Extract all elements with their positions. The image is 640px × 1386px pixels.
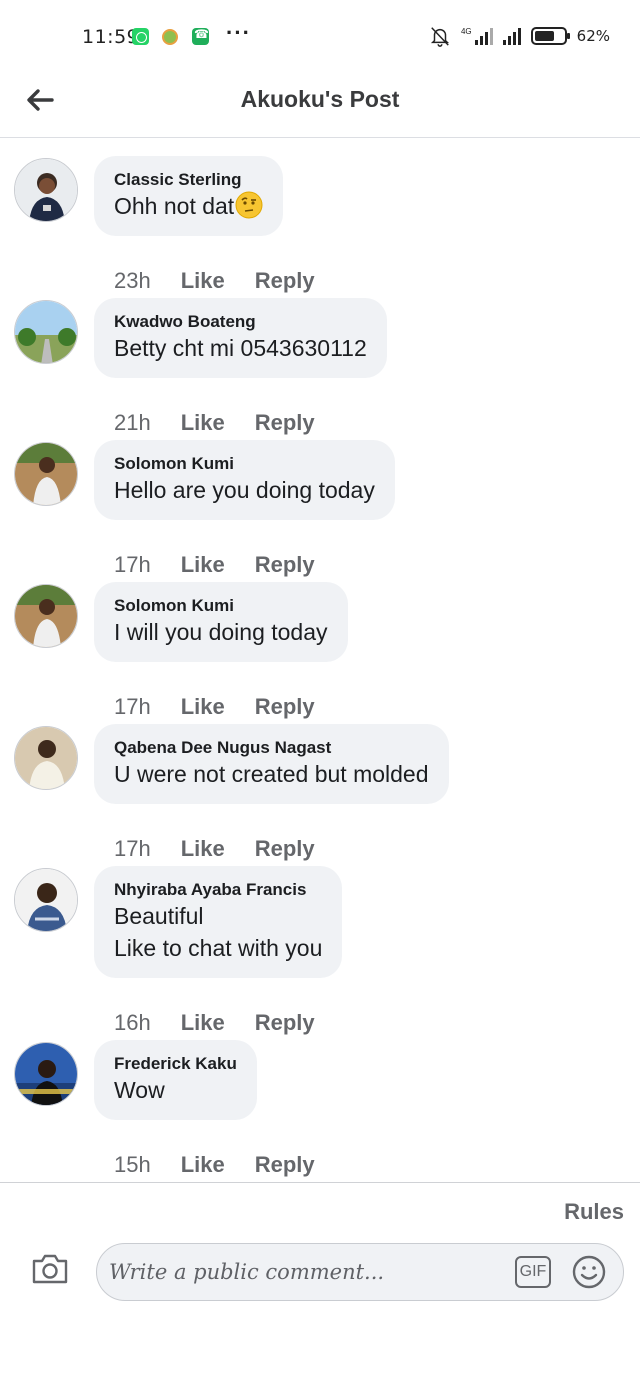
comment-text: Betty cht mi 0543630112 <box>114 335 367 361</box>
avatar[interactable] <box>14 442 78 506</box>
like-button[interactable]: Like <box>181 836 225 862</box>
comment-time: 16h <box>114 1010 151 1035</box>
comment-line: Like to chat with you <box>114 935 323 961</box>
comment-time: 15h <box>114 1152 151 1177</box>
commenter-name[interactable]: Frederick Kaku <box>114 1054 237 1074</box>
comment-time: 23h <box>114 268 151 293</box>
comment-bubble[interactable]: Qabena Dee Nugus Nagast U were not creat… <box>94 724 449 804</box>
comment-bubble[interactable]: Solomon Kumi Hello are you doing today <box>94 440 395 520</box>
signal-icon: 4G <box>461 27 493 45</box>
comment-actions: 17h Like Reply <box>114 694 315 720</box>
phone-app-icon <box>192 27 209 45</box>
comment-time: 17h <box>114 552 151 577</box>
commenter-name[interactable]: Kwadwo Boateng <box>114 312 367 332</box>
like-button[interactable]: Like <box>181 1010 225 1036</box>
avatar[interactable] <box>14 158 78 222</box>
battery-icon <box>530 27 570 45</box>
camera-button[interactable] <box>30 1251 70 1287</box>
reply-button[interactable]: Reply <box>255 1010 315 1036</box>
comment-input-box[interactable]: GIF <box>96 1243 624 1301</box>
signal-icon <box>502 27 521 45</box>
reply-button[interactable]: Reply <box>255 552 315 578</box>
comment-time: 17h <box>114 836 151 861</box>
reply-button[interactable]: Reply <box>255 836 315 862</box>
reply-button[interactable]: Reply <box>255 410 315 436</box>
comment-bubble[interactable]: Nhyiraba Ayaba Francis Beautiful Like to… <box>94 866 343 978</box>
more-dots-icon: ··· <box>226 20 251 45</box>
comment-text: I will you doing today <box>114 619 328 645</box>
status-bar: 11:59 ··· 4G 62% <box>0 0 640 72</box>
like-button[interactable]: Like <box>181 410 225 436</box>
avatar[interactable] <box>14 868 78 932</box>
avatar[interactable] <box>14 1042 78 1106</box>
commenter-name[interactable]: Solomon Kumi <box>114 454 375 474</box>
like-button[interactable]: Like <box>181 552 225 578</box>
page-title: Akuoku's Post <box>240 86 400 112</box>
like-button[interactable]: Like <box>181 694 225 720</box>
comment-composer: Rules GIF <box>0 1182 640 1386</box>
gif-button[interactable]: GIF <box>515 1256 551 1288</box>
comment-bubble[interactable]: Solomon Kumi I will you doing today <box>94 582 348 662</box>
reply-button[interactable]: Reply <box>255 694 315 720</box>
emoji-icon[interactable] <box>571 1254 607 1290</box>
commenter-name[interactable]: Qabena Dee Nugus Nagast <box>114 738 429 758</box>
comment-actions: 15h Like Reply <box>114 1152 315 1178</box>
comment-bubble[interactable]: Frederick Kaku Wow <box>94 1040 257 1120</box>
commenter-name[interactable]: Solomon Kumi <box>114 596 328 616</box>
avatar[interactable] <box>14 726 78 790</box>
comment-actions: 16h Like Reply <box>114 1010 315 1036</box>
network-type: 4G <box>460 27 472 36</box>
comment-line: Beautiful <box>114 903 204 929</box>
comment-actions: 23h Like Reply <box>114 268 315 294</box>
like-button[interactable]: Like <box>181 268 225 294</box>
bell-muted-icon <box>430 27 450 47</box>
comment-time: 17h <box>114 694 151 719</box>
comment-text: Wow <box>114 1077 165 1103</box>
comment-bubble[interactable]: Kwadwo Boateng Betty cht mi 0543630112 <box>94 298 387 378</box>
avatar[interactable] <box>14 300 78 364</box>
status-time: 11:59 <box>82 26 140 48</box>
commenter-name[interactable]: Nhyiraba Ayaba Francis <box>114 880 322 900</box>
comment-text: Hello are you doing today <box>114 477 375 503</box>
comment-time: 21h <box>114 410 151 435</box>
raised-eyebrow-emoji <box>235 191 263 219</box>
comment-text: Ohh not dat <box>114 190 263 222</box>
page-header: Akuoku's Post <box>0 72 640 138</box>
avatar[interactable] <box>14 584 78 648</box>
comment-bubble[interactable]: Classic Sterling Ohh not dat <box>94 156 284 236</box>
comment-actions: 17h Like Reply <box>114 552 315 578</box>
like-button[interactable]: Like <box>181 1152 225 1178</box>
camera-icon <box>32 1254 68 1284</box>
comment-text: U were not created but molded <box>114 761 429 787</box>
comment-actions: 21h Like Reply <box>114 410 315 436</box>
reply-button[interactable]: Reply <box>255 1152 315 1178</box>
commenter-name[interactable]: Classic Sterling <box>114 170 263 190</box>
comment-input[interactable] <box>109 1252 499 1292</box>
rules-link[interactable]: Rules <box>564 1199 624 1225</box>
comment-line: Ohh not dat <box>114 193 235 219</box>
app-circle-icon <box>162 29 178 45</box>
comment-actions: 17h Like Reply <box>114 836 315 862</box>
battery-percent: 62% <box>576 27 610 45</box>
comment-text: Beautiful Like to chat with you <box>114 900 322 964</box>
whatsapp-icon <box>132 28 149 45</box>
reply-button[interactable]: Reply <box>255 268 315 294</box>
